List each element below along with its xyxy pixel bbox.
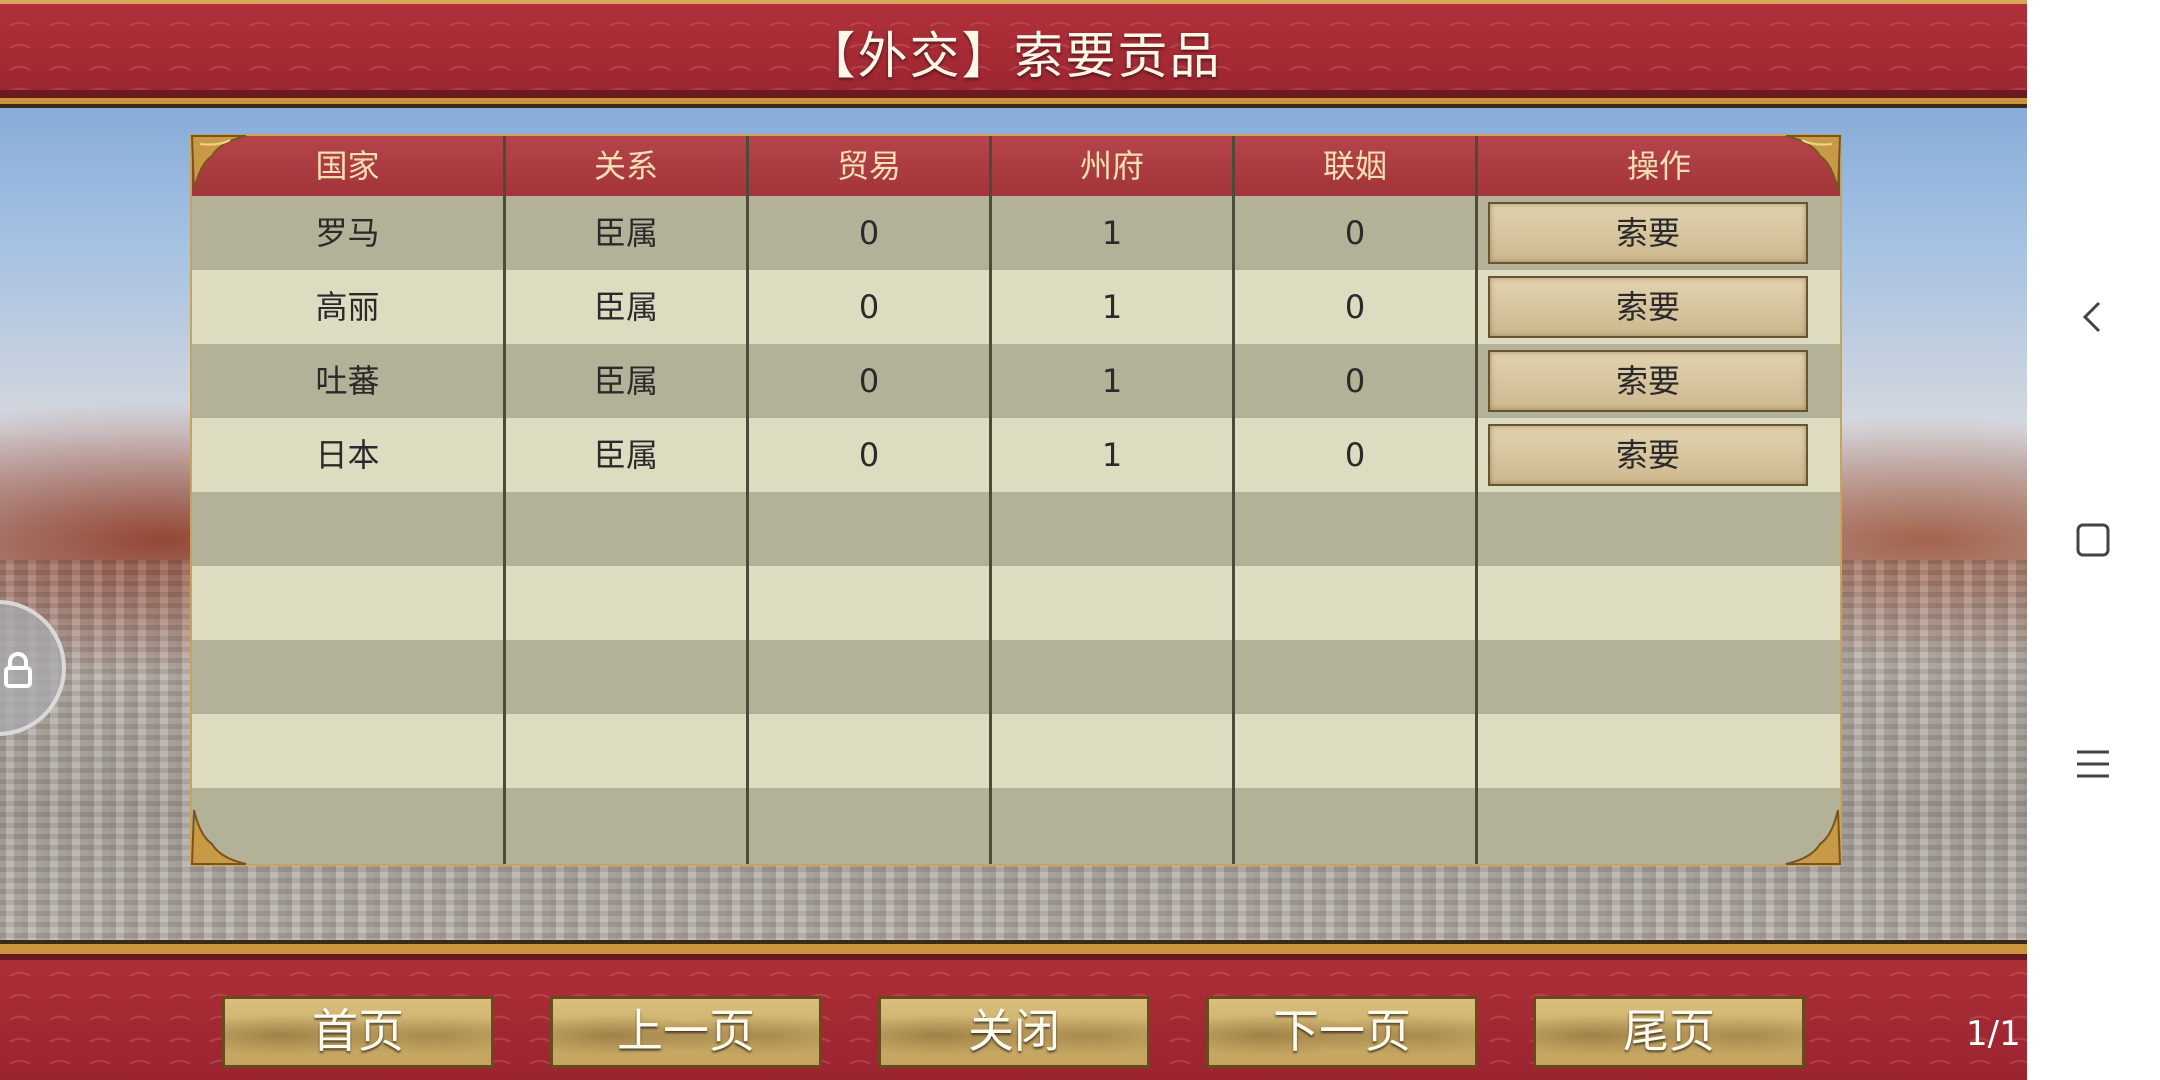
title-banner: 【外交】索要贡品 [0,0,2027,104]
demand-tribute-button[interactable]: 索要 [1488,276,1808,338]
menu-icon[interactable] [2073,744,2113,784]
prefecture-cell: 1 [992,196,1235,270]
relation-cell: 臣属 [506,418,749,492]
marriage-cell: 0 [1235,270,1478,344]
tribute-table: 国家 关系 贸易 州府 联姻 操作 罗马 臣属 0 1 0 索要 高丽 臣属 0… [190,134,1842,866]
corner-ornament-icon [1785,809,1842,865]
marriage-cell: 0 [1235,196,1478,270]
trade-cell: 0 [749,418,992,492]
empty-table-row [192,714,1840,788]
lock-icon [4,652,32,688]
table-row: 高丽 臣属 0 1 0 索要 [192,270,1840,344]
relation-cell: 臣属 [506,196,749,270]
pagination-bar: 首页 上一页 关闭 下一页 尾页 1/1 [0,944,2027,1080]
prefecture-cell: 1 [992,418,1235,492]
prefecture-cell: 1 [992,270,1235,344]
table-row: 日本 臣属 0 1 0 索要 [192,418,1840,492]
corner-ornament-icon [190,809,247,865]
country-cell: 吐蕃 [192,344,506,418]
system-navigation-bar [2027,0,2160,1080]
home-icon[interactable] [2073,520,2113,560]
table-header: 国家 关系 贸易 州府 联姻 操作 [192,136,1840,196]
relation-cell: 臣属 [506,270,749,344]
column-header-trade: 贸易 [749,136,992,196]
page-title: 【外交】索要贡品 [805,27,1222,85]
column-header-relation: 关系 [506,136,749,196]
corner-ornament-icon [190,135,247,191]
country-cell: 罗马 [192,196,506,270]
empty-table-row [192,640,1840,714]
action-cell: 索要 [1478,418,1840,492]
marriage-cell: 0 [1235,344,1478,418]
first-page-button[interactable]: 首页 [222,996,494,1068]
empty-table-row [192,566,1840,640]
column-header-prefecture: 州府 [992,136,1235,196]
game-screen: 【外交】索要贡品 国家 关系 贸易 州府 联姻 操作 罗马 臣属 0 1 0 索… [0,0,2027,1080]
empty-table-row [192,492,1840,566]
action-cell: 索要 [1478,270,1840,344]
table-row: 罗马 臣属 0 1 0 索要 [192,196,1840,270]
demand-tribute-button[interactable]: 索要 [1488,350,1808,412]
prefecture-cell: 1 [992,344,1235,418]
page-indicator: 1/1 [1966,1014,2021,1054]
empty-table-row [192,788,1840,864]
action-cell: 索要 [1478,196,1840,270]
country-cell: 日本 [192,418,506,492]
action-cell: 索要 [1478,344,1840,418]
close-button[interactable]: 关闭 [878,996,1150,1068]
corner-ornament-icon [1785,135,1842,191]
relation-cell: 臣属 [506,344,749,418]
trade-cell: 0 [749,344,992,418]
next-page-button[interactable]: 下一页 [1206,996,1478,1068]
trade-cell: 0 [749,196,992,270]
demand-tribute-button[interactable]: 索要 [1488,202,1808,264]
trade-cell: 0 [749,270,992,344]
back-icon[interactable] [2073,297,2113,337]
demand-tribute-button[interactable]: 索要 [1488,424,1808,486]
marriage-cell: 0 [1235,418,1478,492]
prev-page-button[interactable]: 上一页 [550,996,822,1068]
column-header-marriage: 联姻 [1235,136,1478,196]
country-cell: 高丽 [192,270,506,344]
last-page-button[interactable]: 尾页 [1533,996,1805,1068]
table-row: 吐蕃 臣属 0 1 0 索要 [192,344,1840,418]
